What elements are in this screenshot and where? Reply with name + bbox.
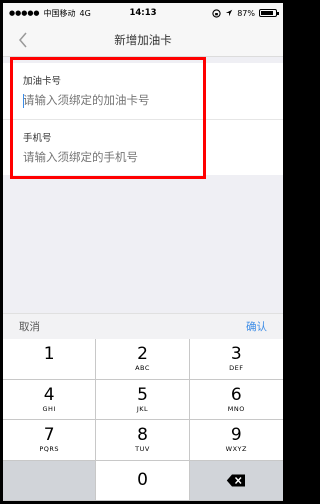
key-digit: 5 [137,384,148,405]
battery-percent: 87% [237,8,255,18]
key-digit: 9 [230,425,242,446]
back-button[interactable] [13,29,33,51]
key-5[interactable]: 5 JKL [96,379,190,420]
confirm-button[interactable]: 确认 [246,319,267,334]
key-0[interactable]: 0 [96,460,190,501]
status-right: 87% [212,8,279,18]
key-3[interactable]: 3 DEF [189,339,283,380]
key-digit: 2 [137,344,148,365]
lock-rotation-icon [212,8,221,18]
key-digit: 8 [137,425,148,446]
network-type: 4G [79,8,91,18]
key-digit: 4 [43,384,55,405]
key-letters: MNO [227,404,245,413]
highlight-box [10,57,206,179]
key-letters: JKL [136,404,149,413]
app-screen: ●●●●● 中国移动 4G 14:13 87% 新增加油卡 加油卡号 请输入须绑… [3,3,283,501]
delete-button[interactable] [189,460,283,501]
key-digit: 3 [230,344,242,365]
chevron-left-icon [19,32,27,48]
key-digit: 1 [43,344,55,365]
status-bar: ●●●●● 中国移动 4G 14:13 87% [3,3,283,23]
key-7[interactable]: 7 PQRS [3,420,97,461]
battery-icon [259,9,279,17]
key-1[interactable]: 1 [3,339,97,380]
navigation-bar: 新增加油卡 [3,23,283,57]
key-4[interactable]: 4 GHI [3,379,97,420]
location-arrow-icon [226,9,233,17]
key-digit: 0 [137,470,148,491]
key-9[interactable]: 9 WXYZ [189,420,283,461]
key-letters: ABC [135,364,150,373]
numeric-keypad: 1 2 ABC 3 DEF 4 GHI 5 JKL 6 MNO 7 PQRS 8 TUV 9W… [3,339,283,501]
page-title: 新增加油卡 [114,32,172,47]
signal-dots-icon: ●●●●● [9,9,40,17]
key-letters: WXYZ [225,445,247,454]
key-blank [3,460,97,501]
cancel-button[interactable]: 取消 [19,319,40,334]
key-digit: 6 [230,384,242,405]
key-8[interactable]: 8 TUV [96,420,190,461]
key-6[interactable]: 6 MNO [189,379,283,420]
key-letters: GHI [42,404,56,413]
carrier-name: 中国移动 [43,8,76,18]
battery-fill [261,11,274,15]
key-2[interactable]: 2 ABC [96,339,190,380]
key-letters: TUV [135,445,150,454]
key-letters: DEF [229,364,244,373]
keyboard-toolbar: 取消 确认 [3,313,283,339]
key-digit: 7 [43,425,55,446]
backspace-icon [227,474,246,487]
status-left: ●●●●● 中国移动 4G [9,8,91,19]
key-letters: PQRS [39,445,59,454]
